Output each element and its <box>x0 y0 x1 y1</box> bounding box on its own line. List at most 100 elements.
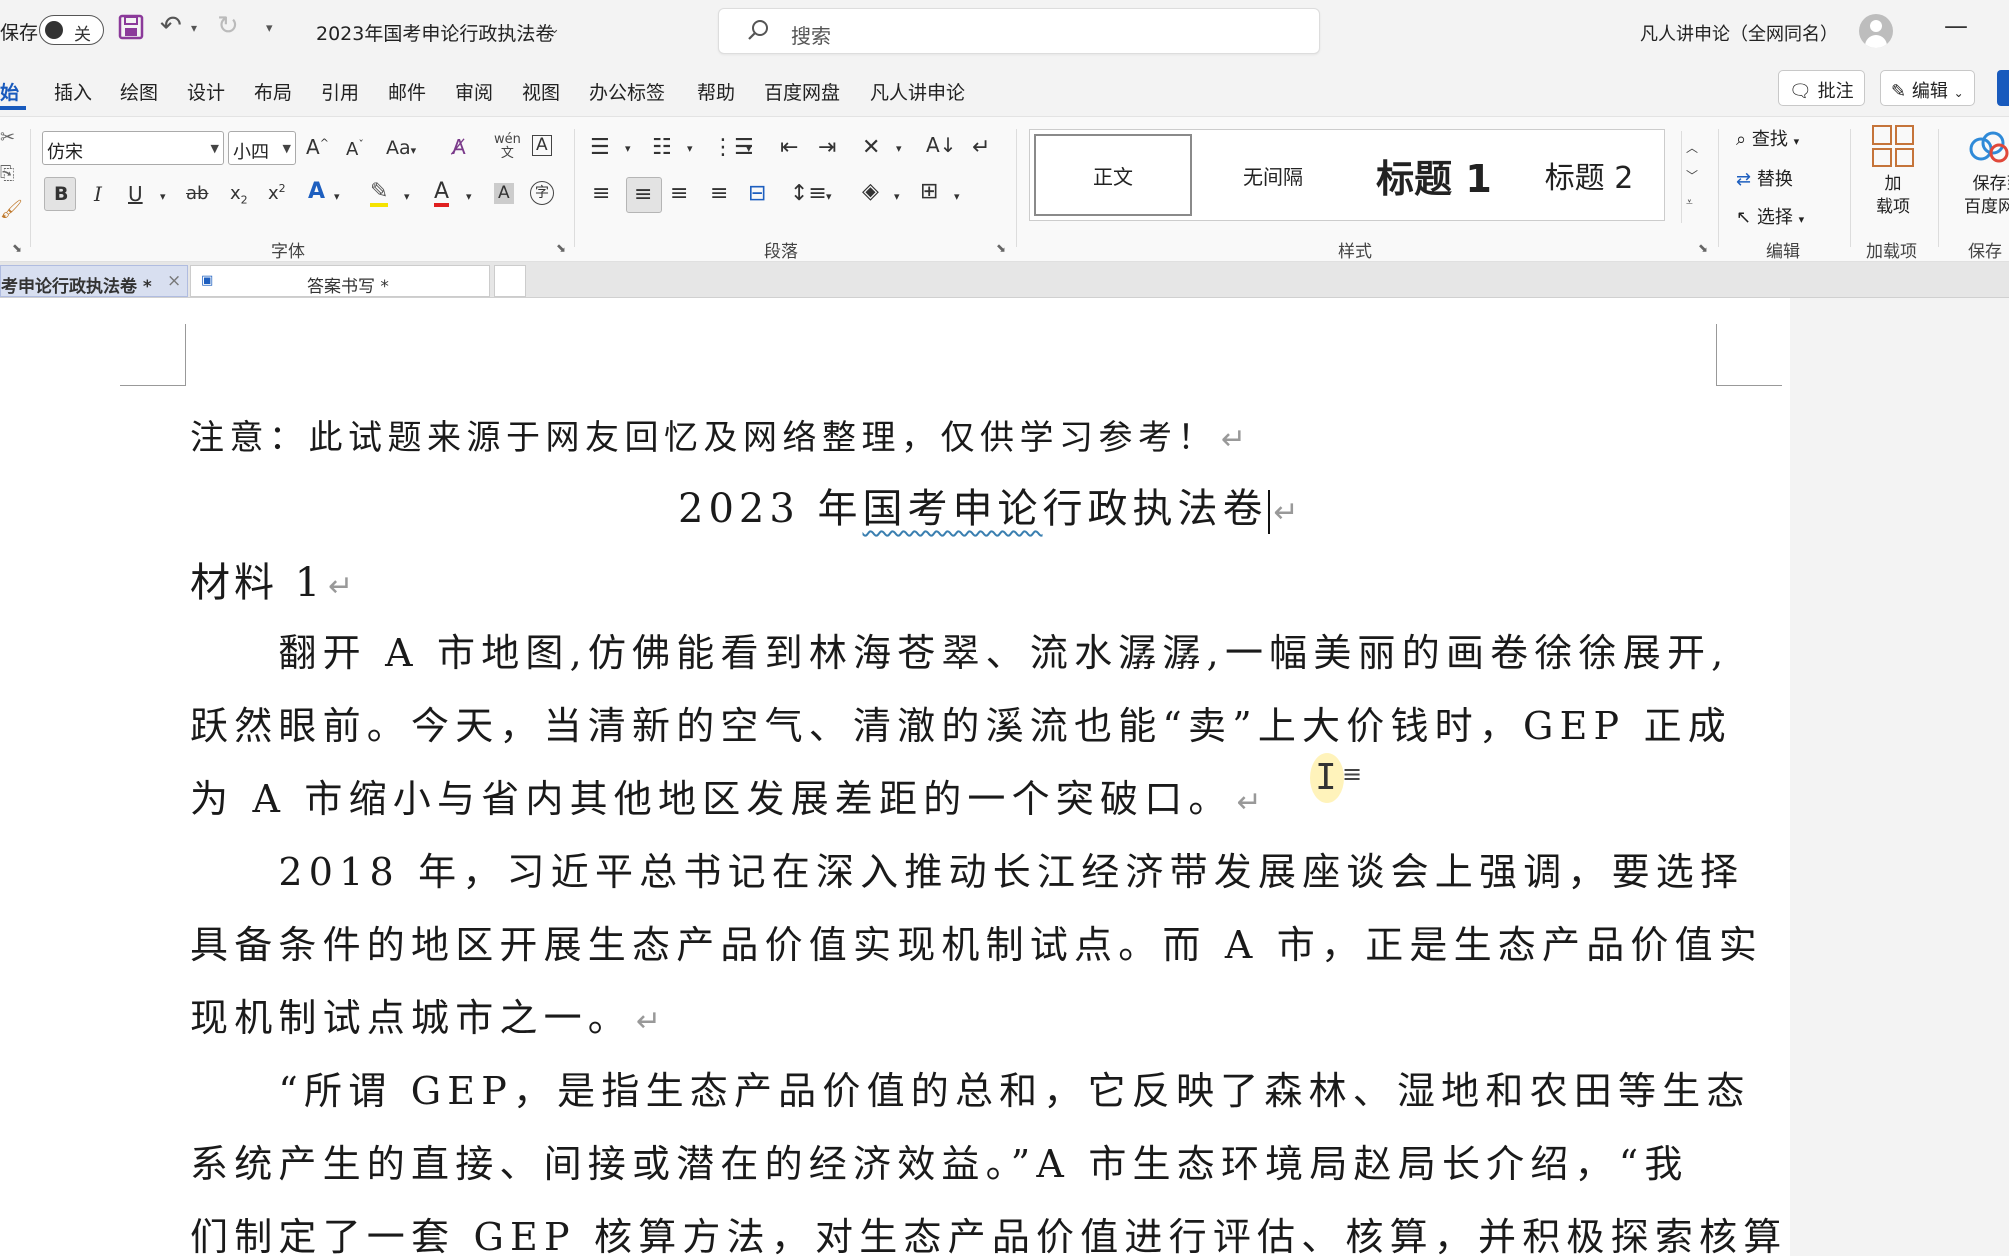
chevron-down-icon[interactable]: ▾ <box>826 191 832 202</box>
tab-draw[interactable]: 绘图 <box>120 78 158 105</box>
tab-mailings[interactable]: 邮件 <box>388 78 426 105</box>
italic-button[interactable]: I <box>94 184 102 204</box>
tab-home[interactable]: 始 <box>0 78 19 105</box>
chevron-down-icon[interactable]: ▾ <box>896 143 902 154</box>
decrease-indent-icon[interactable]: ⇤ <box>780 137 798 159</box>
cloud-icon[interactable] <box>1965 127 2009 165</box>
select-button[interactable]: ↖ 选择 ▾ <box>1736 203 1804 229</box>
page[interactable]: 注意：此试题来源于网友回忆及网络整理，仅供学习参考！ ↵ 2023 年国考申论行政… <box>0 298 1790 1256</box>
line-spacing-icon[interactable]: ↕≡ <box>790 183 827 205</box>
share-button[interactable] <box>1997 70 2009 106</box>
save-to-netdisk-button[interactable]: 保存到百度网盘 <box>1948 173 2009 219</box>
chevron-down-icon[interactable]: ▾ <box>894 191 900 202</box>
text-direction-icon[interactable]: ✕ <box>862 137 880 159</box>
bold-button[interactable]: B <box>44 177 76 211</box>
text-effects-icon[interactable]: A <box>308 181 325 203</box>
font-size-select[interactable]: 小四 ▼ <box>228 131 296 165</box>
chevron-down-icon[interactable]: ▾ <box>334 191 340 202</box>
scroll-down-icon[interactable]: ﹀ <box>1686 167 1698 184</box>
undo-icon[interactable]: ↶ <box>160 13 182 39</box>
align-right-icon[interactable]: ≡ <box>670 183 688 205</box>
distributed-icon[interactable]: ⊟ <box>748 183 766 205</box>
redo-icon[interactable]: ↻ <box>217 13 239 39</box>
style-heading-2[interactable]: 标题 2 <box>1516 134 1662 216</box>
save-icon[interactable] <box>118 14 144 45</box>
justify-icon[interactable]: ≡ <box>710 183 728 205</box>
find-button[interactable]: ⌕ 查找 ▾ <box>1736 125 1799 151</box>
search-box[interactable]: 搜索 <box>718 8 1320 54</box>
font-name-select[interactable]: 仿宋 ▼ <box>42 131 224 165</box>
user-name[interactable]: 凡人讲申论（全网同名） <box>1640 20 1838 46</box>
chevron-down-icon[interactable]: ▾ <box>954 191 960 202</box>
editing-mode-button[interactable]: ✎ 编辑 ⌄ <box>1880 70 1975 106</box>
clear-formatting-icon[interactable]: A̸ <box>452 137 466 157</box>
underline-button[interactable]: U <box>128 184 143 204</box>
borders-icon[interactable]: ⊞ <box>920 181 938 203</box>
avatar[interactable] <box>1859 14 1893 48</box>
doc-tab-active[interactable]: 考申论行政执法卷 * × <box>0 265 188 297</box>
tab-help[interactable]: 帮助 <box>697 78 735 105</box>
chevron-down-icon[interactable]: ▾ <box>746 143 752 154</box>
underline-dropdown-icon[interactable]: ▾ <box>160 191 166 202</box>
tab-custom[interactable]: 凡人讲申论 <box>870 78 965 105</box>
styles-scroll[interactable]: ︿ ﹀ ⩡ <box>1681 131 1701 223</box>
sort-icon[interactable]: A↓ <box>926 135 956 155</box>
tab-design[interactable]: 设计 <box>187 78 225 105</box>
tab-view[interactable]: 视图 <box>522 78 560 105</box>
chevron-down-icon[interactable]: ⌄ <box>549 22 560 37</box>
grow-font-icon[interactable]: A^ <box>306 137 329 157</box>
customize-quick-access-icon[interactable]: ▾ <box>266 22 273 35</box>
close-icon[interactable]: × <box>167 271 181 291</box>
cut-icon[interactable]: ✂ <box>0 129 15 147</box>
new-tab-button[interactable] <box>494 265 526 297</box>
chevron-down-icon[interactable]: ▾ <box>404 191 410 202</box>
strikethrough-button[interactable]: ab <box>186 185 208 203</box>
phonetic-guide-icon[interactable]: wén 文 <box>494 132 521 162</box>
shrink-font-icon[interactable]: Aˇ <box>346 139 364 159</box>
chevron-down-icon[interactable]: ▾ <box>466 191 472 202</box>
highlight-icon[interactable]: ✎ <box>370 181 389 207</box>
doc-tab-answer[interactable]: ▣ 答案书写 * <box>190 265 490 297</box>
shading-icon[interactable]: ◈ <box>862 181 879 203</box>
add-ins-icon[interactable] <box>1872 125 1914 167</box>
tab-references[interactable]: 引用 <box>321 78 359 105</box>
change-case-icon[interactable]: Aa▾ <box>386 139 416 158</box>
document-canvas[interactable]: 注意：此试题来源于网友回忆及网络整理，仅供学习参考！ ↵ 2023 年国考申论行政… <box>0 298 2009 1256</box>
character-border-icon[interactable]: A <box>532 135 552 156</box>
replace-button[interactable]: ⇄ 替换 <box>1736 165 1793 191</box>
autosave-toggle[interactable]: 关 <box>39 15 104 45</box>
tab-office-tabs[interactable]: 办公标签 <box>589 78 665 105</box>
undo-dropdown-icon[interactable]: ▾ <box>191 22 197 34</box>
tab-baidu-netdisk[interactable]: 百度网盘 <box>764 78 840 105</box>
bullets-icon[interactable]: ☰ <box>590 137 610 159</box>
tab-layout[interactable]: 布局 <box>254 78 292 105</box>
style-no-spacing[interactable]: 无间隔 <box>1194 134 1352 216</box>
increase-indent-icon[interactable]: ⇥ <box>818 137 836 159</box>
more-styles-icon[interactable]: ⩡ <box>1686 195 1693 210</box>
comment-button[interactable]: 🗨 批注 <box>1778 70 1865 106</box>
font-launcher-icon[interactable]: ⬊ <box>556 241 566 255</box>
show-formatting-marks-icon[interactable]: ↵ <box>972 137 990 159</box>
tab-review[interactable]: 审阅 <box>455 78 493 105</box>
paragraph-options-icon[interactable]: ≡ <box>1342 760 1362 788</box>
enclose-characters-icon[interactable]: 字 <box>530 181 554 205</box>
scroll-up-icon[interactable]: ︿ <box>1686 139 1698 156</box>
format-painter-icon[interactable]: 🖌 <box>0 201 23 219</box>
align-left-icon[interactable]: ≡ <box>592 183 610 205</box>
tab-insert[interactable]: 插入 <box>54 78 92 105</box>
align-center-button[interactable]: ≡ <box>626 177 662 213</box>
document-title[interactable]: 2023年国考申论行政执法卷 <box>316 19 554 46</box>
chevron-down-icon[interactable]: ▾ <box>625 143 631 154</box>
superscript-button[interactable]: x2 <box>268 183 286 203</box>
styles-launcher-icon[interactable]: ⬊ <box>1698 241 1708 255</box>
add-ins-button[interactable]: 加载项 <box>1872 173 1914 219</box>
chevron-down-icon[interactable]: ▾ <box>687 143 693 154</box>
subscript-button[interactable]: x2 <box>230 185 248 206</box>
copy-icon[interactable]: ⎘ <box>0 165 14 183</box>
style-heading-1[interactable]: 标题 1 <box>1355 134 1513 216</box>
font-color-icon[interactable]: A <box>434 181 450 207</box>
minimize-button[interactable]: — <box>1944 12 1968 40</box>
style-normal[interactable]: 正文 <box>1034 134 1192 216</box>
clipboard-launcher-icon[interactable]: ⬊ <box>12 241 22 255</box>
paragraph-launcher-icon[interactable]: ⬊ <box>996 241 1006 255</box>
